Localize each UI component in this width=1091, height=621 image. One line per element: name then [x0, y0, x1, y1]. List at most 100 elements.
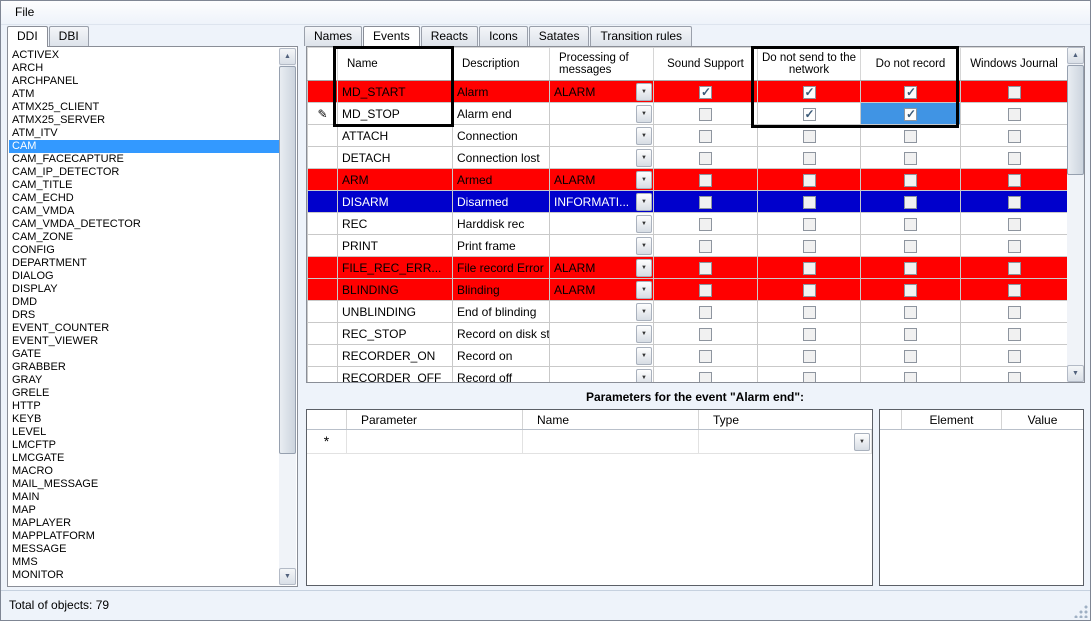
list-item-lmcgate[interactable]: LMCGATE	[9, 452, 279, 465]
tab-reacts[interactable]: Reacts	[421, 26, 478, 46]
event-description-cell[interactable]: Print frame	[453, 235, 550, 257]
no-record-checkbox[interactable]	[904, 240, 917, 253]
event-processing-cell[interactable]: ALARM▼	[550, 279, 654, 301]
dropdown-arrow-icon[interactable]: ▼	[636, 127, 652, 145]
no-send-checkbox[interactable]	[803, 152, 816, 165]
no-send-checkbox[interactable]	[803, 350, 816, 363]
windows-journal-checkbox[interactable]	[1008, 218, 1021, 231]
event-processing-cell[interactable]: ALARM▼	[550, 169, 654, 191]
list-item-event_viewer[interactable]: EVENT_VIEWER	[9, 335, 279, 348]
list-scroll-thumb[interactable]	[279, 66, 296, 454]
windows-journal-checkbox-cell[interactable]	[961, 279, 1068, 301]
scroll-down-icon[interactable]: ▼	[279, 568, 296, 585]
no-record-checkbox-cell[interactable]	[861, 345, 961, 367]
no-record-checkbox-cell[interactable]	[861, 323, 961, 345]
windows-journal-checkbox-cell[interactable]	[961, 147, 1068, 169]
no-send-checkbox-cell[interactable]	[758, 345, 861, 367]
list-item-lmcftp[interactable]: LMCFTP	[9, 439, 279, 452]
dropdown-arrow-icon[interactable]: ▼	[636, 303, 652, 321]
event-description-cell[interactable]: Disarmed	[453, 191, 550, 213]
event-name-cell[interactable]: DISARM	[338, 191, 453, 213]
event-name-cell[interactable]: ARM	[338, 169, 453, 191]
event-description-cell[interactable]: Harddisk rec	[453, 213, 550, 235]
sound-support-checkbox[interactable]	[699, 306, 712, 319]
list-item-mapplatform[interactable]: MAPPLATFORM	[9, 530, 279, 543]
sound-support-checkbox-cell[interactable]	[654, 81, 758, 103]
list-item-maplayer[interactable]: MAPLAYER	[9, 517, 279, 530]
windows-journal-checkbox-cell[interactable]	[961, 301, 1068, 323]
event-name-cell[interactable]: REC_STOP	[338, 323, 453, 345]
event-name-cell[interactable]: RECORDER_ON	[338, 345, 453, 367]
sound-support-checkbox-cell[interactable]	[654, 191, 758, 213]
scroll-up-icon[interactable]: ▲	[279, 48, 296, 65]
param-parameter-cell[interactable]	[347, 430, 523, 453]
windows-journal-checkbox-cell[interactable]	[961, 235, 1068, 257]
no-record-checkbox[interactable]	[904, 284, 917, 297]
list-item-map[interactable]: MAP	[9, 504, 279, 517]
no-send-checkbox[interactable]	[803, 86, 816, 99]
list-item-arch[interactable]: ARCH	[9, 62, 279, 75]
list-item-level[interactable]: LEVEL	[9, 426, 279, 439]
row-selector[interactable]	[308, 81, 338, 103]
list-item-grele[interactable]: GRELE	[9, 387, 279, 400]
no-record-checkbox-cell[interactable]	[861, 125, 961, 147]
windows-journal-checkbox-cell[interactable]	[961, 257, 1068, 279]
event-processing-cell[interactable]: ▼	[550, 147, 654, 169]
event-name-cell[interactable]: PRINT	[338, 235, 453, 257]
no-send-checkbox-cell[interactable]	[758, 213, 861, 235]
resize-grip[interactable]	[1074, 604, 1088, 618]
row-selector[interactable]	[308, 367, 338, 384]
no-send-checkbox[interactable]	[803, 306, 816, 319]
row-selector[interactable]	[308, 257, 338, 279]
dropdown-arrow-icon[interactable]: ▼	[854, 433, 870, 451]
menu-file[interactable]: File	[7, 1, 42, 24]
no-send-checkbox-cell[interactable]	[758, 257, 861, 279]
event-processing-cell[interactable]: ALARM▼	[550, 81, 654, 103]
dropdown-arrow-icon[interactable]: ▼	[636, 171, 652, 189]
no-record-checkbox-cell[interactable]	[861, 81, 961, 103]
windows-journal-checkbox[interactable]	[1008, 130, 1021, 143]
event-processing-cell[interactable]: ALARM▼	[550, 257, 654, 279]
list-item-gate[interactable]: GATE	[9, 348, 279, 361]
event-description-cell[interactable]: Alarm end	[453, 103, 550, 125]
no-send-checkbox-cell[interactable]	[758, 191, 861, 213]
event-description-cell[interactable]: Blinding	[453, 279, 550, 301]
sound-support-checkbox[interactable]	[699, 196, 712, 209]
list-item-monitor[interactable]: MONITOR	[9, 569, 279, 582]
windows-journal-checkbox[interactable]	[1008, 284, 1021, 297]
windows-journal-checkbox[interactable]	[1008, 152, 1021, 165]
no-record-checkbox[interactable]	[904, 196, 917, 209]
dropdown-arrow-icon[interactable]: ▼	[636, 105, 652, 123]
windows-journal-checkbox[interactable]	[1008, 372, 1021, 383]
no-record-checkbox-cell[interactable]	[861, 257, 961, 279]
sound-support-checkbox[interactable]	[699, 86, 712, 99]
windows-journal-checkbox[interactable]	[1008, 328, 1021, 341]
event-description-cell[interactable]: Connection	[453, 125, 550, 147]
list-item-archpanel[interactable]: ARCHPANEL	[9, 75, 279, 88]
no-send-checkbox[interactable]	[803, 196, 816, 209]
col-header-sound-support[interactable]: Sound Support	[654, 48, 758, 81]
windows-journal-checkbox[interactable]	[1008, 196, 1021, 209]
event-description-cell[interactable]: End of blinding	[453, 301, 550, 323]
no-send-checkbox-cell[interactable]	[758, 81, 861, 103]
list-item-config[interactable]: CONFIG	[9, 244, 279, 257]
event-description-cell[interactable]: Alarm	[453, 81, 550, 103]
scroll-up-icon[interactable]: ▲	[1067, 47, 1084, 64]
windows-journal-checkbox[interactable]	[1008, 350, 1021, 363]
no-send-checkbox[interactable]	[803, 174, 816, 187]
event-description-cell[interactable]: Record on	[453, 345, 550, 367]
list-item-event_counter[interactable]: EVENT_COUNTER	[9, 322, 279, 335]
element-col-header[interactable]: Element	[902, 410, 1002, 429]
sound-support-checkbox[interactable]	[699, 152, 712, 165]
event-name-cell[interactable]: FILE_REC_ERR...	[338, 257, 453, 279]
event-processing-cell[interactable]: INFORMATI...▼	[550, 191, 654, 213]
dropdown-arrow-icon[interactable]: ▼	[636, 259, 652, 277]
no-send-checkbox-cell[interactable]	[758, 323, 861, 345]
sound-support-checkbox-cell[interactable]	[654, 147, 758, 169]
no-record-checkbox[interactable]	[904, 350, 917, 363]
no-send-checkbox[interactable]	[803, 218, 816, 231]
param-name-cell[interactable]	[523, 430, 699, 453]
list-item-department[interactable]: DEPARTMENT	[9, 257, 279, 270]
tab-events[interactable]: Events	[363, 26, 420, 47]
no-send-checkbox-cell[interactable]	[758, 147, 861, 169]
